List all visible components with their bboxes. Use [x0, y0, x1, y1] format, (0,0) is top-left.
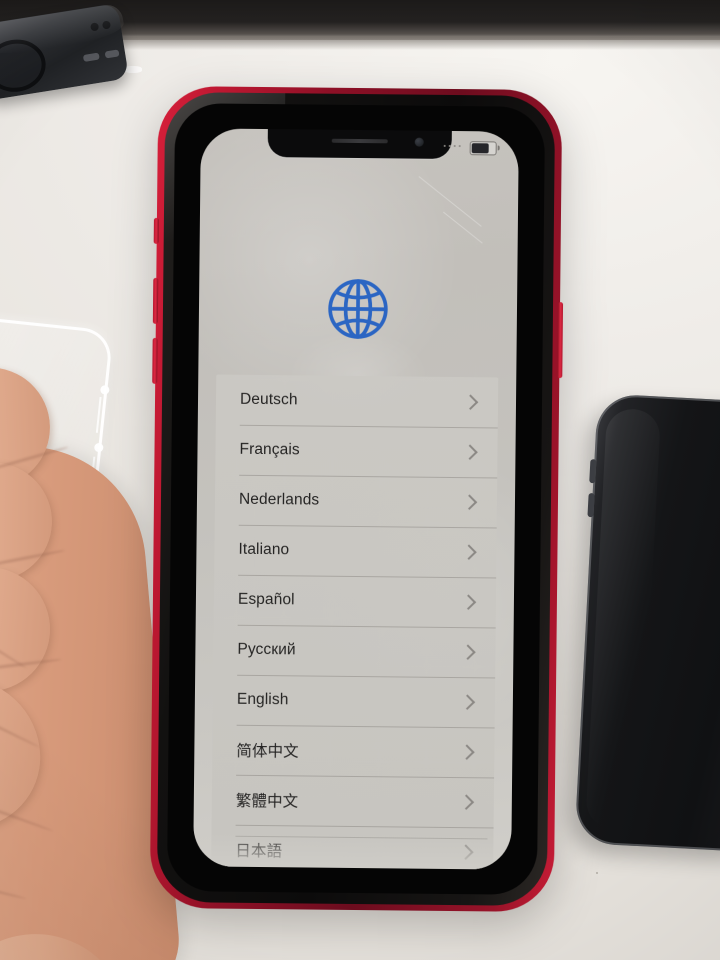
photo-scene: Deutsch Français Nederlands Italiano — [0, 0, 720, 960]
photo-vignette — [0, 0, 720, 960]
